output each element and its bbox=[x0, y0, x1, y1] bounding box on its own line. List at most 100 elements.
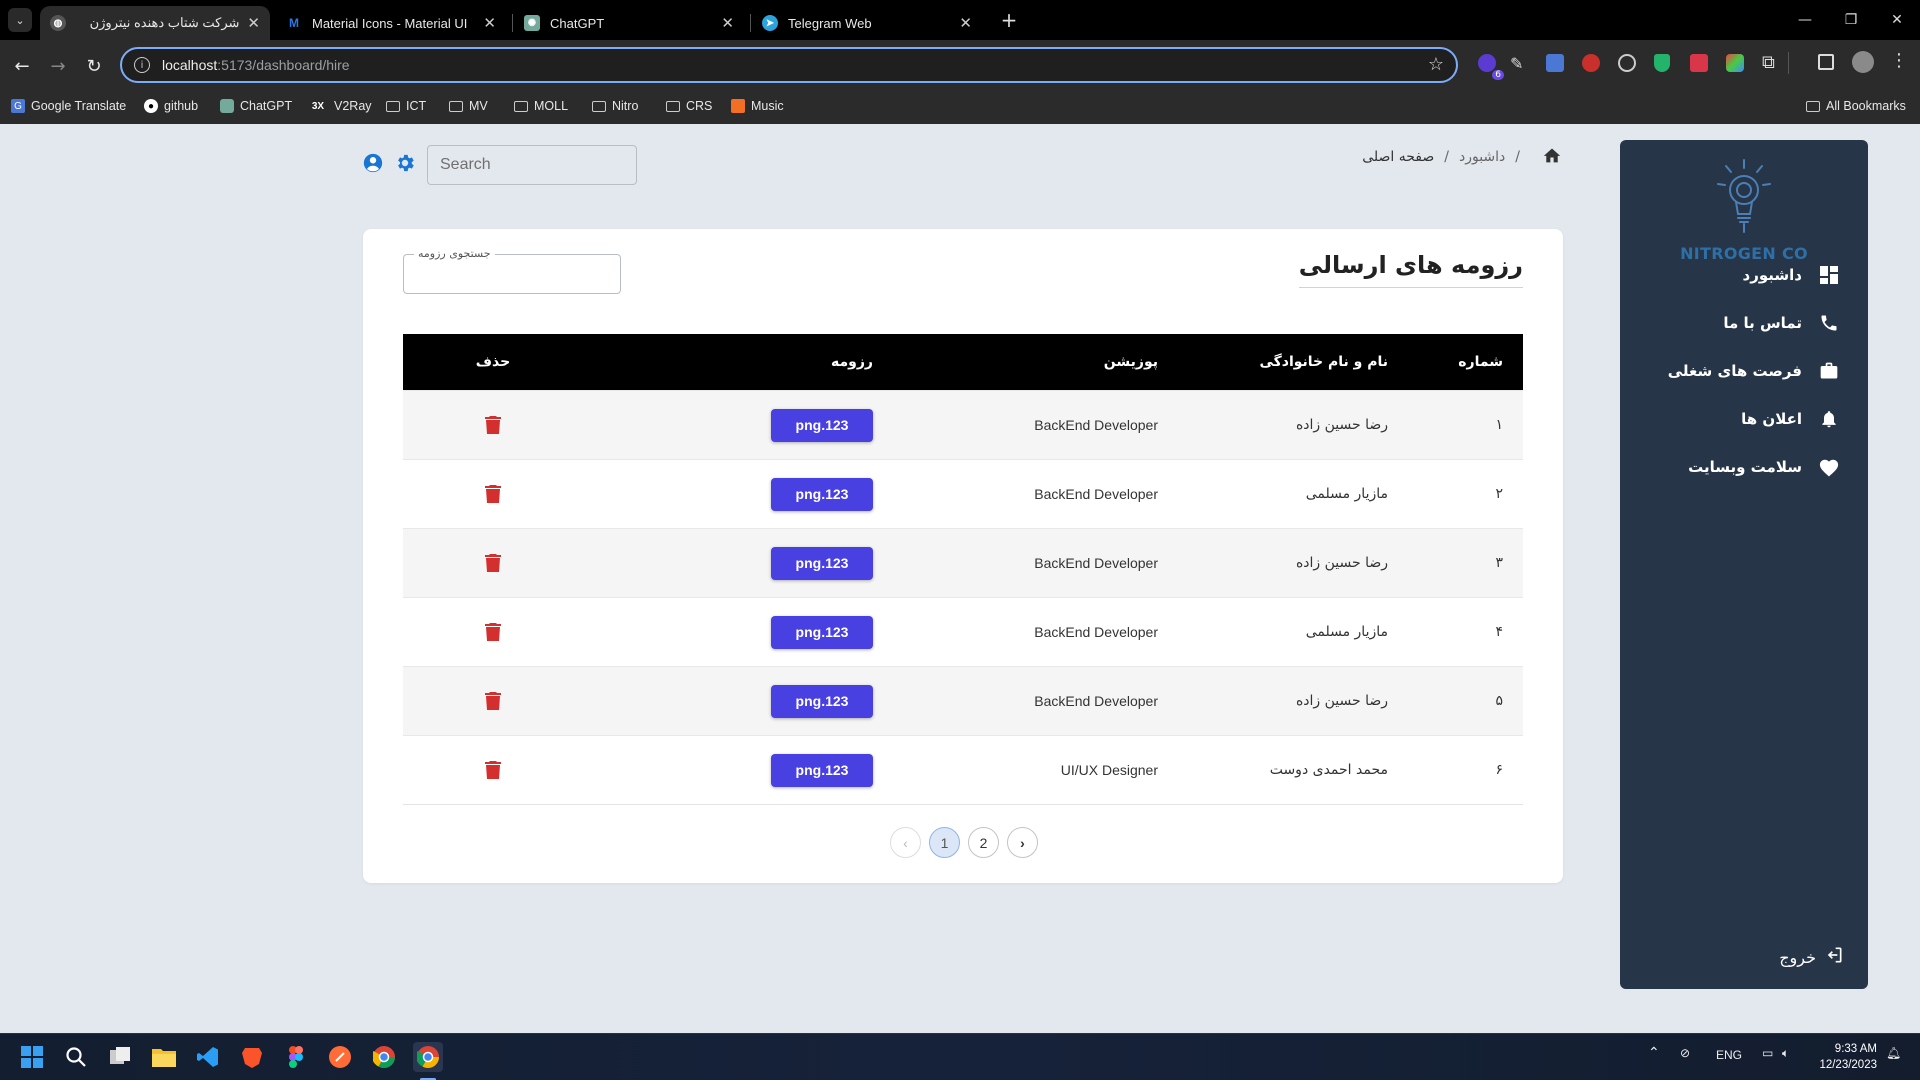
bookmark-github[interactable]: ● github bbox=[144, 99, 198, 113]
row-number: ۲ bbox=[1495, 486, 1503, 502]
delete-button[interactable] bbox=[485, 623, 501, 641]
tab-search-dropdown-icon[interactable]: ⌄ bbox=[8, 8, 32, 32]
extension-circle-icon[interactable] bbox=[1618, 54, 1636, 72]
postman-icon[interactable] bbox=[325, 1042, 355, 1072]
extension-badge-count: 6 bbox=[1492, 70, 1504, 80]
resume-file-button[interactable]: png.123 bbox=[771, 408, 873, 442]
task-view-icon[interactable] bbox=[105, 1042, 135, 1072]
close-icon[interactable]: ✕ bbox=[721, 14, 734, 32]
bookmark-nitro[interactable]: Nitro bbox=[592, 99, 638, 113]
reload-icon[interactable]: ↻ bbox=[78, 50, 110, 82]
tab-separator bbox=[750, 14, 751, 32]
page-title: رزومه های ارسالی bbox=[1298, 251, 1523, 288]
account-circle-icon[interactable] bbox=[362, 152, 384, 178]
bookmark-star-icon[interactable]: ☆ bbox=[1428, 54, 1444, 75]
search-input[interactable] bbox=[427, 145, 637, 185]
chrome-dev-icon[interactable] bbox=[413, 1042, 443, 1072]
brave-icon[interactable] bbox=[237, 1042, 267, 1072]
resume-search-input[interactable] bbox=[404, 255, 620, 293]
network-off-icon[interactable]: ⊘ bbox=[1680, 1046, 1690, 1060]
tab-separator bbox=[512, 14, 513, 32]
tray-chevron-icon[interactable]: ⌃ bbox=[1648, 1044, 1660, 1061]
notification-bell-icon[interactable]: 🔔︎ bbox=[1886, 1046, 1901, 1060]
window-close-icon[interactable]: ✕ bbox=[1874, 0, 1920, 40]
extension-icon-badge[interactable]: 6 bbox=[1476, 52, 1504, 80]
sidebar-item-site-health[interactable]: سلامت وبسایت bbox=[1688, 450, 1840, 484]
side-panel-icon[interactable] bbox=[1818, 54, 1834, 70]
tab-telegram[interactable]: ➤ Telegram Web ✕ bbox=[752, 6, 982, 40]
pagination-next-icon[interactable]: › bbox=[1007, 827, 1038, 858]
resume-file-button[interactable]: png.123 bbox=[771, 615, 873, 649]
folder-icon bbox=[592, 99, 606, 113]
eyedropper-icon[interactable]: ✎ bbox=[1510, 54, 1523, 73]
resume-file-button[interactable]: png.123 bbox=[771, 546, 873, 580]
home-icon[interactable] bbox=[1542, 146, 1562, 168]
bookmark-music[interactable]: Music bbox=[731, 99, 784, 113]
address-bar[interactable]: i localhost:5173/dashboard/hire ☆ bbox=[120, 47, 1458, 83]
bookmark-crs[interactable]: CRS bbox=[666, 99, 712, 113]
vscode-icon[interactable] bbox=[193, 1042, 223, 1072]
bookmark-moll[interactable]: MOLL bbox=[514, 99, 568, 113]
windows-start-icon[interactable] bbox=[17, 1042, 47, 1072]
forward-arrow-icon[interactable]: → bbox=[42, 50, 74, 82]
file-explorer-icon[interactable] bbox=[149, 1042, 179, 1072]
display-icon[interactable]: ▭ bbox=[1762, 1046, 1773, 1060]
system-clock[interactable]: 9:33 AM 12/23/2023 bbox=[1819, 1041, 1877, 1073]
restore-icon[interactable]: ❐ bbox=[1828, 0, 1874, 40]
minimize-icon[interactable]: — bbox=[1782, 0, 1828, 40]
bookmark-chatgpt[interactable]: ChatGPT bbox=[220, 99, 292, 113]
pagination-page-1[interactable]: 1 bbox=[929, 827, 960, 858]
column-header-position: پوزیشن bbox=[1103, 354, 1158, 370]
delete-button[interactable] bbox=[485, 692, 501, 710]
figma-icon[interactable] bbox=[281, 1042, 311, 1072]
close-icon[interactable]: ✕ bbox=[483, 14, 496, 32]
back-arrow-icon[interactable]: ← bbox=[6, 50, 38, 82]
menu-dots-icon[interactable]: ⋮ bbox=[1890, 50, 1908, 71]
work-icon bbox=[1818, 360, 1840, 382]
site-info-icon[interactable]: i bbox=[134, 57, 150, 73]
bookmark-mv[interactable]: MV bbox=[449, 99, 488, 113]
resume-file-button[interactable]: png.123 bbox=[771, 477, 873, 511]
folder-icon bbox=[449, 99, 463, 113]
delete-button[interactable] bbox=[485, 485, 501, 503]
puzzle-icon[interactable]: ⧉ bbox=[1762, 52, 1775, 73]
tab-nitrogen[interactable]: ◍ شرکت شتاب دهنده نیتروژن ✕ bbox=[40, 6, 270, 40]
extension-red-icon[interactable] bbox=[1582, 54, 1600, 72]
extension-pink-icon[interactable] bbox=[1690, 54, 1708, 72]
bookmark-ict[interactable]: ICT bbox=[386, 99, 426, 113]
sidebar-item-jobs[interactable]: فرصت های شغلی bbox=[1668, 354, 1840, 388]
close-icon[interactable]: ✕ bbox=[247, 14, 260, 32]
settings-gear-icon[interactable] bbox=[394, 152, 416, 178]
logout-button[interactable]: خروج bbox=[1779, 945, 1844, 969]
sidebar-item-contact[interactable]: تماس با ما bbox=[1723, 306, 1840, 340]
trash-icon bbox=[485, 416, 501, 434]
all-bookmarks[interactable]: All Bookmarks bbox=[1806, 99, 1906, 113]
profile-avatar[interactable] bbox=[1852, 51, 1874, 73]
breadcrumb-dashboard[interactable]: داشبورد bbox=[1459, 149, 1505, 165]
sidebar-item-label: سلامت وبسایت bbox=[1688, 458, 1802, 476]
tab-material-icons[interactable]: M Material Icons - Material UI ✕ bbox=[276, 6, 506, 40]
new-tab-button[interactable]: + bbox=[996, 7, 1022, 33]
resume-file-button[interactable]: png.123 bbox=[771, 753, 873, 787]
translate-ext-icon[interactable] bbox=[1546, 54, 1564, 72]
language-indicator[interactable]: ENG bbox=[1716, 1048, 1742, 1062]
delete-button[interactable] bbox=[485, 416, 501, 434]
extension-color-icon[interactable] bbox=[1726, 54, 1744, 72]
sidebar-item-dashboard[interactable]: داشبورد bbox=[1743, 258, 1840, 292]
search-icon[interactable] bbox=[61, 1042, 91, 1072]
pagination-page-2[interactable]: 2 bbox=[968, 827, 999, 858]
sidebar-item-notifications[interactable]: اعلان ها bbox=[1741, 402, 1840, 436]
bookmark-v2ray[interactable]: 3X V2Ray bbox=[308, 99, 372, 113]
chrome-icon[interactable] bbox=[369, 1042, 399, 1072]
sidebar: NITROGEN CO داشبورد تماس با ما فرصت های … bbox=[1620, 140, 1868, 989]
shield-ext-icon[interactable] bbox=[1654, 54, 1670, 72]
pagination-prev-icon[interactable]: ‹ bbox=[890, 827, 921, 858]
bookmark-google-translate[interactable]: G Google Translate bbox=[11, 99, 126, 113]
resume-file-button[interactable]: png.123 bbox=[771, 684, 873, 718]
volume-icon[interactable]: 🔈︎ bbox=[1782, 1046, 1789, 1061]
delete-button[interactable] bbox=[485, 761, 501, 779]
close-icon[interactable]: ✕ bbox=[959, 14, 972, 32]
tab-chatgpt[interactable]: ✺ ChatGPT ✕ bbox=[514, 6, 744, 40]
resume-search-field[interactable]: جستجوی رزومه bbox=[403, 247, 621, 294]
delete-button[interactable] bbox=[485, 554, 501, 572]
